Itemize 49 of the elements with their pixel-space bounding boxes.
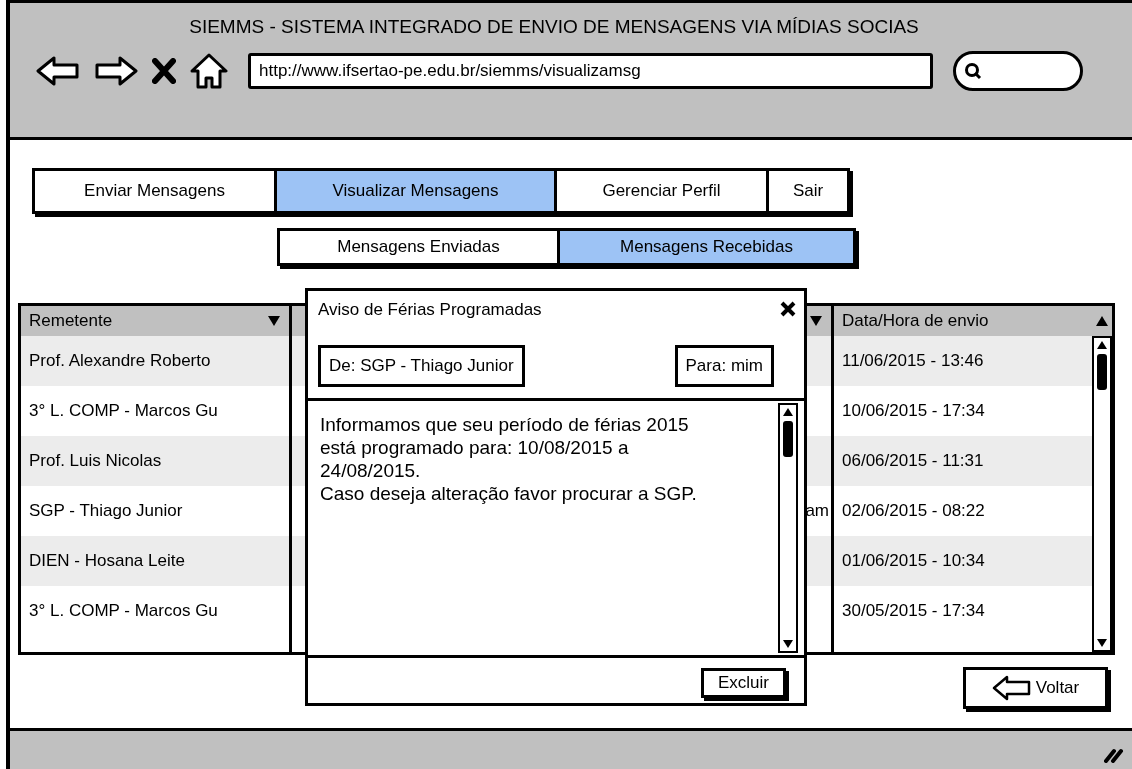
- home-icon[interactable]: [190, 53, 228, 89]
- table-cell-text: SGP - Thiago Junior: [29, 500, 183, 523]
- dialog-title: Aviso de Férias Programadas: [318, 299, 542, 321]
- table-cell-text: Prof. Luis Nicolas: [29, 450, 162, 473]
- scrollbar[interactable]: [778, 403, 798, 653]
- close-icon[interactable]: [152, 58, 176, 84]
- menu-tab[interactable]: Sair: [766, 168, 850, 214]
- scroll-up-icon[interactable]: [782, 407, 794, 417]
- table-cell-text: 01/06/2015 - 10:34: [842, 550, 985, 573]
- delete-button[interactable]: Excluir: [701, 668, 786, 698]
- table-cell-text: DIEN - Hosana Leite: [29, 550, 185, 573]
- table-cell-text: 30/05/2015 - 17:34: [842, 600, 985, 623]
- address-field[interactable]: http://www.ifsertao-pe.edu.br/siemms/visualizamsg: [248, 53, 933, 89]
- scrollbar[interactable]: [1092, 336, 1112, 652]
- menu-tab[interactable]: Enviar Mensagens: [32, 168, 277, 214]
- sort-descending-icon[interactable]: [267, 315, 281, 327]
- column-header[interactable]: Data/Hora de envio: [834, 306, 1092, 336]
- to-field: Para: mim: [674, 344, 774, 387]
- scroll-down-icon[interactable]: [1096, 638, 1108, 648]
- search-icon: [964, 62, 982, 80]
- from-field: De: SGP - Thiago Junior: [318, 344, 525, 387]
- sort-descending-icon[interactable]: [809, 315, 823, 327]
- scrollbar-thumb[interactable]: [1097, 354, 1107, 390]
- table-cell-text: 3° L. COMP - Marcos Gu: [29, 600, 218, 623]
- resize-grip-icon[interactable]: [1104, 747, 1124, 763]
- column-header[interactable]: Remetente: [21, 306, 289, 336]
- scrollbar-thumb[interactable]: [783, 421, 793, 457]
- table-cell-text: am: [805, 500, 829, 523]
- table-cell-text: 3° L. COMP - Marcos Gu: [29, 400, 218, 423]
- table-cell-text: 02/06/2015 - 08:22: [842, 500, 985, 523]
- back-button[interactable]: Voltar: [963, 667, 1108, 709]
- table-cell-text: Prof. Alexandre Roberto: [29, 350, 211, 373]
- table-cell-text: 11/06/2015 - 13:46: [842, 350, 984, 373]
- submenu-tab[interactable]: Mensagens Enviadas: [277, 228, 560, 266]
- forward-icon[interactable]: [94, 55, 138, 87]
- menu-tab[interactable]: Gerenciar Perfil: [554, 168, 769, 214]
- window-title: SIEMMS - SISTEMA INTEGRADO DE ENVIO DE MENSAGENS VIA MÍDIAS SOCIAS: [189, 15, 919, 39]
- table-cell-text: 10/06/2015 - 17:34: [842, 400, 985, 423]
- scroll-up-icon[interactable]: [1096, 340, 1108, 350]
- left-arrow-icon: [991, 675, 1032, 701]
- sort-ascending-icon[interactable]: [1095, 315, 1109, 327]
- back-icon[interactable]: [36, 55, 80, 87]
- submenu-tab[interactable]: Mensagens Recebidas: [557, 228, 856, 266]
- message-body: Informamos que seu período de férias 2015 está programado para: 10/08/2015 a 24/08/2015. Caso deseja alteração favor procurar a SGP.: [320, 413, 698, 505]
- close-icon[interactable]: [780, 301, 796, 317]
- search-field[interactable]: [953, 51, 1083, 91]
- scroll-down-icon[interactable]: [782, 639, 794, 649]
- table-cell-text: 06/06/2015 - 11:31: [842, 450, 984, 473]
- menu-tab[interactable]: Visualizar Mensagens: [274, 168, 557, 214]
